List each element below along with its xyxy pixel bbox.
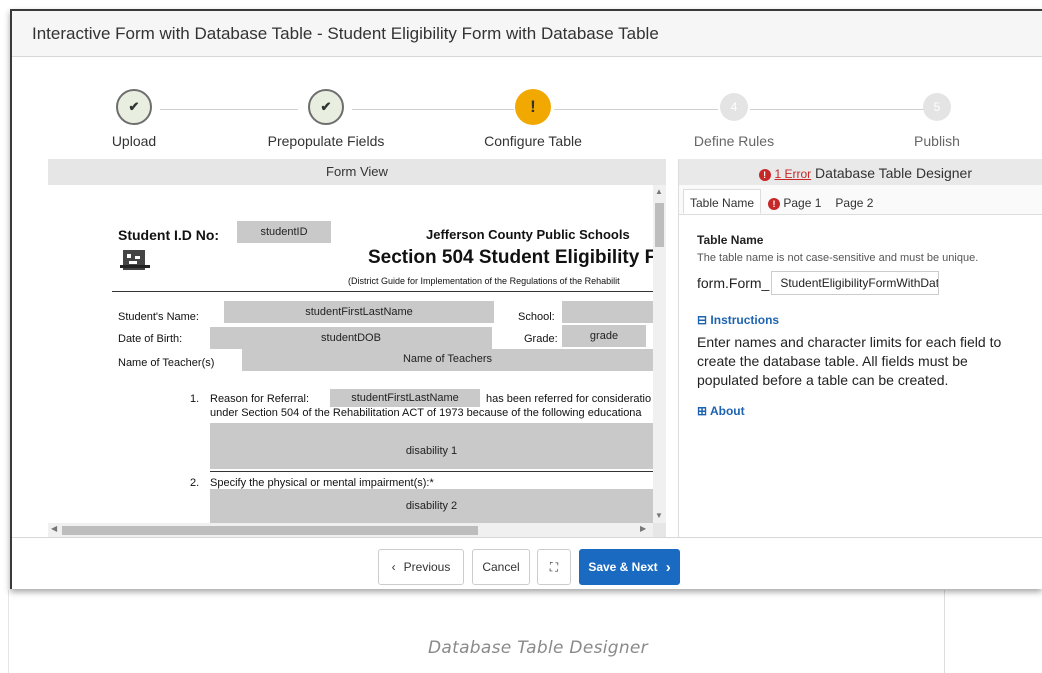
about-toggle[interactable]: ⊞ About bbox=[697, 404, 1024, 418]
page: Interactive Form with Database Table - S… bbox=[0, 0, 1042, 673]
tab-label: Page 2 bbox=[835, 196, 874, 210]
step-label: Publish bbox=[914, 133, 960, 149]
chevron-left-icon: ‹ bbox=[391, 560, 396, 574]
step-upload[interactable]: ✔ Upload bbox=[54, 89, 214, 149]
tab-page-2[interactable]: Page 2 bbox=[828, 189, 880, 214]
divider bbox=[210, 471, 653, 472]
error-count-link[interactable]: 1 Error bbox=[774, 167, 811, 181]
step-prepopulate-fields[interactable]: ✔ Prepopulate Fields bbox=[246, 89, 406, 149]
about-toggle-label: About bbox=[709, 404, 745, 418]
dob-label: Date of Birth: bbox=[118, 333, 183, 345]
divider bbox=[112, 291, 653, 292]
scroll-up-icon[interactable]: ▲ bbox=[655, 187, 663, 196]
expand-icon: ⊞ bbox=[697, 404, 708, 418]
impairment-label: Specify the physical or mental impairmen… bbox=[210, 477, 434, 489]
field-student-id[interactable]: studentID bbox=[237, 221, 331, 243]
field-student-name[interactable]: studentFirstLastName bbox=[224, 301, 494, 323]
collapse-icon: ⊟ bbox=[697, 313, 708, 327]
database-table-designer: ! 1 Error Database Table Designer Table … bbox=[678, 159, 1042, 537]
scroll-right-icon[interactable]: ▶ bbox=[640, 524, 646, 533]
table-name-input[interactable]: StudentEligibilityFormWithDatabaseTable bbox=[771, 271, 940, 295]
grade-label: Grade: bbox=[524, 333, 558, 345]
document-title: Section 504 Student Eligibility F bbox=[368, 247, 653, 268]
step-label: Configure Table bbox=[484, 133, 582, 149]
step-publish: 5 Publish bbox=[857, 89, 1017, 149]
designer-body: Table Name The table name is not case-se… bbox=[679, 215, 1042, 418]
wizard-modal: Interactive Form with Database Table - S… bbox=[10, 9, 1042, 589]
cancel-button-label: Cancel bbox=[482, 560, 520, 574]
district-seal-icon bbox=[120, 247, 150, 273]
school-district-name: Jefferson County Public Schools bbox=[426, 227, 630, 242]
page-right-rule bbox=[944, 590, 945, 673]
field-student-dob[interactable]: studentDOB bbox=[210, 327, 492, 349]
students-name-label: Student's Name: bbox=[118, 311, 199, 323]
cancel-button[interactable]: Cancel bbox=[472, 549, 530, 585]
pdf-document-preview[interactable]: Student I.D No: studentID Jefferson Coun… bbox=[48, 185, 653, 523]
field-grade[interactable]: grade bbox=[562, 325, 646, 347]
step-define-rules: 4 Define Rules bbox=[654, 89, 814, 149]
step-number: 4 bbox=[720, 93, 748, 121]
chevron-right-icon: › bbox=[665, 558, 671, 576]
scrollbar-thumb[interactable] bbox=[655, 203, 664, 247]
fullscreen-icon: ⛶ bbox=[549, 559, 559, 574]
step-configure-table[interactable]: ! Configure Table bbox=[453, 89, 613, 149]
referral-text: has been referred for consideratio bbox=[486, 393, 652, 405]
field-disability-2[interactable]: disability 2 bbox=[210, 489, 653, 523]
step-label: Prepopulate Fields bbox=[267, 133, 385, 149]
scroll-left-icon[interactable]: ◀ bbox=[51, 524, 57, 533]
field-teacher-names[interactable]: Name of Teachers bbox=[242, 349, 653, 371]
save-next-button-label: Save & Next bbox=[588, 560, 658, 574]
previous-button[interactable]: ‹ Previous bbox=[378, 549, 464, 585]
warning-icon: ! bbox=[515, 89, 551, 125]
step-label: Upload bbox=[111, 133, 157, 149]
scrollbar-thumb[interactable] bbox=[62, 526, 478, 535]
wizard-footer: ‹ Previous Cancel ⛶ Save & Next › bbox=[12, 537, 1042, 589]
designer-tabs: Table Name ! Page 1 Page 2 bbox=[679, 185, 1042, 215]
tab-label: Page 1 bbox=[783, 196, 822, 210]
instructions-toggle[interactable]: ⊟ Instructions bbox=[697, 313, 1024, 327]
error-icon: ! bbox=[768, 198, 781, 210]
instructions-text: Enter names and character limits for eac… bbox=[697, 334, 1002, 388]
wizard-stepper: ✔ Upload ✔ Prepopulate Fields ! Configur… bbox=[12, 89, 1042, 159]
tab-page-1[interactable]: ! Page 1 bbox=[761, 189, 828, 214]
error-icon: ! bbox=[758, 169, 771, 181]
school-label: School: bbox=[518, 311, 555, 323]
field-school[interactable] bbox=[562, 301, 653, 323]
step-number: 5 bbox=[923, 93, 951, 121]
table-name-hint: The table name is not case-sensitive and… bbox=[697, 252, 979, 264]
check-icon: ✔ bbox=[116, 89, 152, 125]
modal-title: Interactive Form with Database Table - S… bbox=[12, 11, 1042, 57]
instructions-toggle-label: Instructions bbox=[710, 313, 780, 327]
table-name-heading: Table Name bbox=[697, 233, 764, 247]
horizontal-scrollbar[interactable]: ◀ ▶ bbox=[48, 523, 653, 537]
previous-button-label: Previous bbox=[403, 560, 451, 574]
form-view-title: Form View bbox=[326, 164, 388, 179]
vertical-scrollbar[interactable]: ▲ ▼ bbox=[653, 185, 666, 523]
item-number: 2. bbox=[190, 477, 200, 489]
referral-reason-label: Reason for Referral: bbox=[210, 393, 310, 405]
field-disability-1[interactable]: disability 1 bbox=[210, 423, 653, 469]
item-number: 1. bbox=[190, 393, 200, 405]
designer-title: Database Table Designer bbox=[815, 165, 972, 181]
designer-header: ! 1 Error Database Table Designer bbox=[679, 159, 1042, 185]
form-view-panel: Form View Student I.D No: studentID Jeff… bbox=[48, 159, 666, 537]
teacher-label: Name of Teacher(s) bbox=[118, 357, 215, 369]
table-name-row: form.Form_ StudentEligibilityFormWithDat… bbox=[697, 271, 1024, 295]
tab-label: Table Name bbox=[690, 196, 755, 210]
check-icon: ✔ bbox=[308, 89, 344, 125]
image-caption: Database Table Designer bbox=[428, 638, 648, 658]
table-name-prefix: form.Form_ bbox=[697, 275, 770, 291]
save-next-button[interactable]: Save & Next › bbox=[579, 549, 680, 585]
step-label: Define Rules bbox=[693, 133, 775, 149]
field-referral-student-name[interactable]: studentFirstLastName bbox=[330, 389, 480, 407]
tab-table-name[interactable]: Table Name bbox=[683, 189, 762, 214]
fullscreen-button[interactable]: ⛶ bbox=[537, 549, 571, 585]
referral-text-continued: under Section 504 of the Rehabilitation … bbox=[210, 407, 642, 419]
document-subtitle: (District Guide for Implementation of th… bbox=[348, 276, 620, 286]
page-left-rule bbox=[8, 590, 9, 673]
scroll-down-icon[interactable]: ▼ bbox=[655, 511, 663, 520]
student-id-label: Student I.D No: bbox=[118, 227, 220, 243]
